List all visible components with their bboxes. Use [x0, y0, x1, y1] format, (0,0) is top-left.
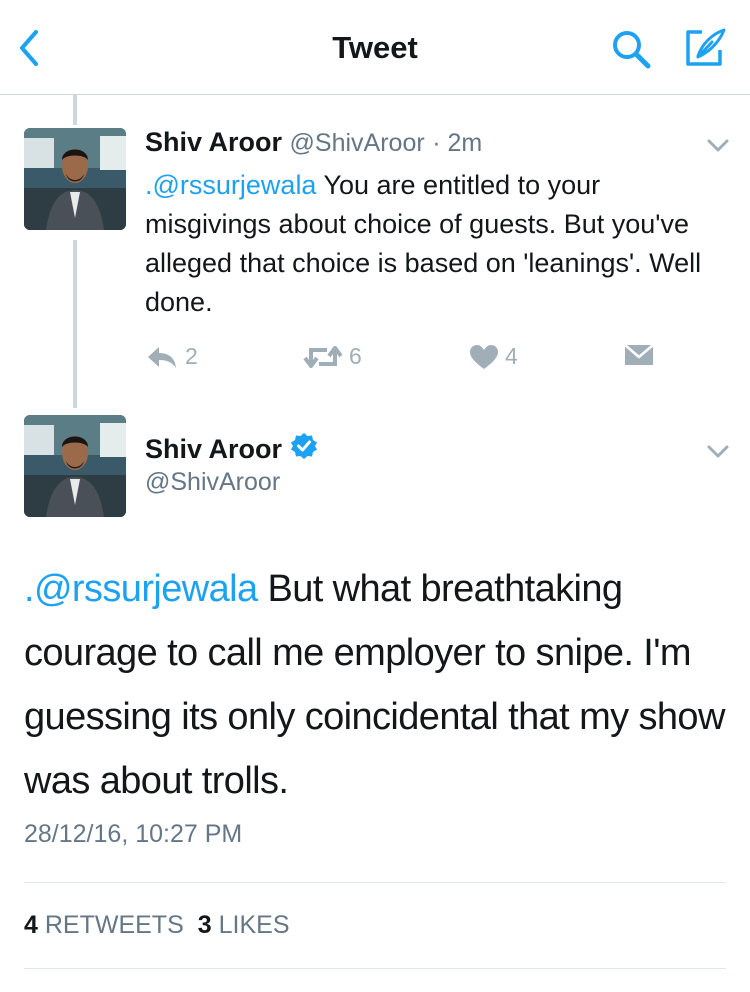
author-handle: @ShivAroor — [289, 129, 425, 157]
likes-label: LIKES — [218, 911, 290, 939]
reply-icon — [145, 344, 179, 370]
mention-link[interactable]: .@rssurjewala — [145, 170, 316, 200]
retweet-icon — [303, 344, 343, 370]
direct-message-action[interactable] — [624, 343, 654, 367]
thread-connector — [73, 95, 77, 125]
thread-connector — [73, 240, 77, 408]
verified-badge-icon — [290, 432, 318, 467]
chevron-down-icon[interactable] — [706, 138, 730, 154]
retweets-label: RETWEETS — [44, 911, 184, 939]
author-name: Shiv Aroor — [145, 434, 283, 464]
author-name: Shiv Aroor — [145, 127, 283, 157]
compose-icon[interactable] — [682, 26, 728, 70]
mention-link[interactable]: .@rssurjewala — [24, 568, 258, 610]
divider — [24, 882, 726, 883]
author-handle[interactable]: @ShivAroor — [145, 468, 280, 497]
tweet-author[interactable]: Shiv Aroor @ShivAroor · 2m — [145, 127, 482, 158]
retweet-action[interactable]: 6 — [303, 343, 362, 370]
search-icon[interactable] — [610, 28, 652, 70]
retweets-stat[interactable]: 4 RETWEETS — [24, 911, 184, 939]
tweet-stats: 4 RETWEETS 3 LIKES — [24, 911, 290, 940]
like-count: 4 — [505, 343, 518, 369]
like-action[interactable]: 4 — [469, 343, 518, 370]
likes-stat[interactable]: 3 LIKES — [198, 911, 290, 939]
avatar[interactable] — [24, 415, 126, 517]
chevron-down-icon[interactable] — [706, 444, 730, 460]
tweet-text: .@rssurjewala But what breathtaking cour… — [24, 557, 734, 813]
tweet-time: · 2m — [432, 129, 483, 157]
likes-count: 3 — [197, 911, 212, 939]
tweet-timestamp: 28/12/16, 10:27 PM — [24, 820, 243, 848]
retweets-count: 4 — [24, 911, 38, 939]
envelope-icon — [624, 343, 654, 367]
tweet-text: .@rssurjewala You are entitled to your m… — [145, 166, 705, 322]
reply-count: 2 — [185, 343, 198, 369]
avatar[interactable] — [24, 128, 126, 230]
retweet-count: 6 — [349, 343, 362, 369]
tweet-author[interactable]: Shiv Aroor — [145, 432, 318, 467]
heart-icon — [469, 344, 499, 370]
divider — [24, 968, 726, 969]
navigation-bar: Tweet — [0, 0, 750, 95]
reply-action[interactable]: 2 — [145, 343, 198, 370]
